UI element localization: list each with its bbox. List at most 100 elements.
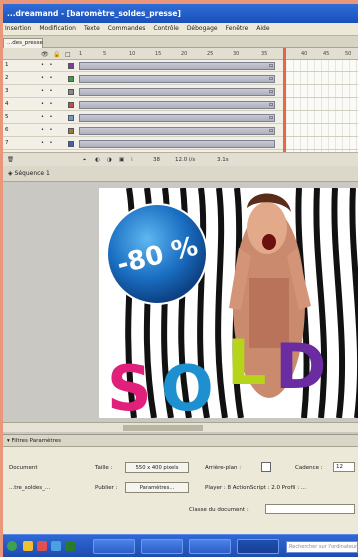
title-bar: ...dreamand - [baromètre_soldes_presse] <box>3 4 358 23</box>
frame-number: 20 <box>181 51 188 57</box>
horizontal-scrollbar[interactable] <box>3 422 358 432</box>
taskbar-search-input[interactable]: Rechercher sur l'ordinateur <box>286 541 358 553</box>
frame-number: 50 <box>345 51 352 57</box>
scrollbar-thumb[interactable] <box>123 425 203 431</box>
timeline-layer[interactable]: 3 • • ▫ <box>3 86 358 98</box>
background-color-swatch[interactable] <box>261 462 271 472</box>
layer-frames[interactable] <box>79 75 275 83</box>
layer-visibility-dots[interactable]: • • <box>41 127 55 133</box>
frame-number: 25 <box>207 51 214 57</box>
layer-frames[interactable] <box>79 62 275 70</box>
frame-number: 10 <box>129 51 136 57</box>
document-class-input[interactable] <box>265 504 355 514</box>
edit-frames-icon[interactable]: ▣ <box>119 157 124 163</box>
timeline-layer[interactable]: 2 • • ▫ <box>3 73 358 85</box>
app-screen: ...dreamand - [baromètre_soldes_presse] … <box>3 4 358 557</box>
trash-icon[interactable]: 🗑 <box>7 157 14 163</box>
keyframe-icon: ▫ <box>269 88 274 95</box>
taskbar-item[interactable] <box>141 539 183 554</box>
scene-label[interactable]: Séquence 1 <box>15 170 50 177</box>
frame-rate-input[interactable]: 12 <box>333 462 355 472</box>
taskbar-item[interactable] <box>93 539 135 554</box>
layer-name: 1 <box>5 62 9 68</box>
onion-outline-icon[interactable]: ◑ <box>107 157 112 163</box>
document-tab[interactable]: ...des_presse <box>3 38 43 48</box>
keyframe-icon: ▫ <box>269 62 274 69</box>
layer-visibility-dots[interactable]: • • <box>41 88 55 94</box>
menu-modification[interactable]: Modification <box>39 25 76 33</box>
quicklaunch-icon[interactable] <box>37 541 47 551</box>
keyframe-icon: ▫ <box>269 114 274 121</box>
timeline-panel: 👁 🔒 □ 1 5 10 15 20 25 30 35 40 45 50 1 •… <box>3 48 358 166</box>
keyframe-icon: ▫ <box>269 101 274 108</box>
layer-frames[interactable] <box>79 101 275 109</box>
eye-icon[interactable]: 👁 <box>41 51 49 58</box>
layer-visibility-dots[interactable]: • • <box>41 140 55 146</box>
frame-number: 5 <box>103 51 107 57</box>
layer-frames[interactable] <box>79 88 275 96</box>
menu-insertion[interactable]: Insertion <box>5 25 31 33</box>
timeline-layer[interactable]: 4 • • ▫ <box>3 99 358 111</box>
quicklaunch-icon[interactable] <box>51 541 61 551</box>
lock-icon[interactable]: 🔒 <box>53 51 60 58</box>
menu-texte[interactable]: Texte <box>84 25 100 33</box>
frame-number: 35 <box>261 51 268 57</box>
size-button[interactable]: 550 x 400 pixels <box>125 462 189 473</box>
frame-number: 15 <box>155 51 162 57</box>
layer-visibility-dots[interactable]: • • <box>41 62 55 68</box>
document-name: ...tre_soldes_... <box>9 485 51 491</box>
timeline-layer[interactable]: 1 • • ▫ <box>3 60 358 72</box>
center-frame-icon[interactable]: ⌖ <box>83 157 86 164</box>
timeline-layer[interactable]: 7 • • <box>3 138 358 150</box>
frame-number: 30 <box>233 51 240 57</box>
layer-frames[interactable] <box>79 114 275 122</box>
keyframe-icon: ▫ <box>269 75 274 82</box>
menu-fenetre[interactable]: Fenêtre <box>226 25 249 33</box>
publish-label: Publier : <box>95 485 118 491</box>
layer-name: 2 <box>5 75 9 81</box>
layer-color-swatch <box>68 89 74 95</box>
layer-visibility-dots[interactable]: • • <box>41 75 55 81</box>
menu-bar: Insertion Modification Texte Commandes C… <box>3 23 358 36</box>
layer-name: 4 <box>5 101 9 107</box>
document-label: Document <box>9 465 38 471</box>
stage-area[interactable]: S O L D -80 % <box>3 182 358 434</box>
frame-rate-label: Cadence : <box>295 465 323 471</box>
taskbar-item[interactable] <box>189 539 231 554</box>
layer-name: 3 <box>5 88 9 94</box>
layer-color-swatch <box>68 128 74 134</box>
taskbar-item-active[interactable] <box>237 539 279 554</box>
timeline-layer[interactable]: 5 • • ▫ <box>3 112 358 124</box>
layer-visibility-dots[interactable]: • • <box>41 114 55 120</box>
properties-tabs[interactable]: ▾ Filtres Paramètres <box>3 435 358 447</box>
menu-aide[interactable]: Aide <box>256 25 269 33</box>
letter-l: L <box>227 326 267 399</box>
timeline-layer[interactable]: 6 • • ▫ <box>3 125 358 137</box>
quicklaunch-icon[interactable] <box>23 541 33 551</box>
markers-icon[interactable]: ⁞ <box>131 157 133 163</box>
playhead-marker[interactable] <box>283 48 286 152</box>
menu-commandes[interactable]: Commandes <box>108 25 146 33</box>
properties-panel: ▾ Filtres Paramètres Document ...tre_sol… <box>3 434 358 534</box>
scene-bar: ◈ Séquence 1 <box>3 166 358 182</box>
layer-frames[interactable] <box>79 127 275 135</box>
size-label: Taille : <box>95 465 113 471</box>
letter-o: O <box>161 352 214 418</box>
discount-badge: -80 % <box>106 203 208 305</box>
start-button-icon[interactable] <box>7 541 17 551</box>
menu-controle[interactable]: Contrôle <box>153 25 178 33</box>
quicklaunch-icon[interactable] <box>65 541 75 551</box>
stage-artwork: S O L D -80 % <box>106 188 358 418</box>
document-tabs: ...des_presse <box>3 36 358 48</box>
layer-frames[interactable] <box>79 140 275 148</box>
menu-debogage[interactable]: Débogage <box>187 25 218 33</box>
layer-visibility-dots[interactable]: • • <box>41 101 55 107</box>
stage-canvas[interactable]: S O L D -80 % <box>99 188 358 418</box>
onion-skin-icon[interactable]: ◐ <box>95 157 100 163</box>
publish-settings-button[interactable]: Paramètres... <box>125 482 189 493</box>
window-title: ...dreamand - [baromètre_soldes_presse] <box>7 9 181 18</box>
letter-d: D <box>275 330 326 403</box>
outline-icon[interactable]: □ <box>65 51 71 58</box>
layer-color-swatch <box>68 102 74 108</box>
elapsed-time: 3.1s <box>217 157 229 163</box>
